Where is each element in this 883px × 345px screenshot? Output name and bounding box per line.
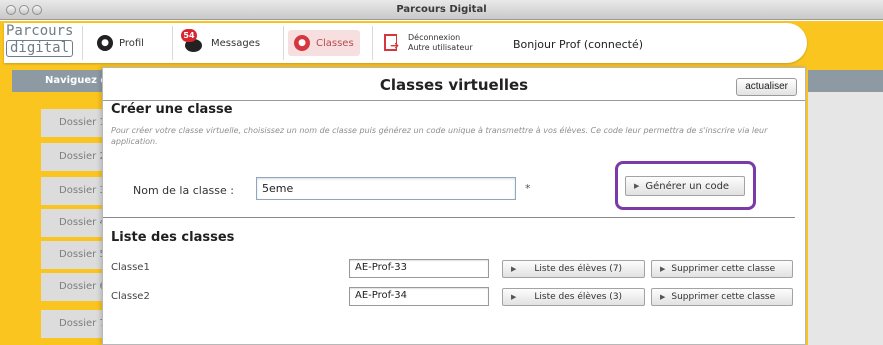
nav-logout[interactable]: ➜ Déconnexion Autre utilisateur xyxy=(384,28,473,58)
nav-divider xyxy=(283,26,284,60)
message-bubble-icon: 54 xyxy=(181,29,205,52)
delete-class-button[interactable]: ▶ Supprimer cette classe xyxy=(651,260,793,278)
nav-divider xyxy=(82,26,83,60)
right-background-area xyxy=(808,92,883,345)
class-name-label: Nom de la classe : xyxy=(133,184,234,197)
sidebar-item-dossier[interactable]: Dossier 1 xyxy=(41,109,111,137)
logout-icon: ➜ xyxy=(384,34,402,52)
student-list-label: Liste des élèves (7) xyxy=(534,264,623,274)
nav-classes-label: Classes xyxy=(316,37,354,49)
nav-divider xyxy=(372,26,373,60)
create-class-help-text: Pour créer votre classe virtuelle, chois… xyxy=(111,126,768,146)
class-list-heading: Liste des classes xyxy=(111,230,235,245)
sidebar-item-dossier[interactable]: Dossier 2 xyxy=(41,143,111,171)
class-row-name: Classe1 xyxy=(111,262,150,273)
sidebar-item-dossier[interactable]: Dossier 4 xyxy=(41,209,111,237)
nav-messages-label: Messages xyxy=(211,37,261,49)
logout-arrow-icon: ➜ xyxy=(390,39,400,52)
class-name-input[interactable] xyxy=(256,177,516,200)
nav-profil-label: Profil xyxy=(119,37,144,49)
window-title-bar: Parcours Digital xyxy=(0,0,883,20)
nav-messages[interactable]: 54 Messages xyxy=(181,28,261,58)
class-row-code: AE-Prof-33 xyxy=(349,259,489,278)
play-triangle-icon: ▶ xyxy=(511,293,517,301)
logo-line-2: digital xyxy=(6,40,74,57)
play-triangle-icon: ▶ xyxy=(634,182,640,190)
classes-icon: ● xyxy=(294,35,310,51)
title-divider xyxy=(103,100,805,101)
sidebar-header: Naviguez dans xyxy=(12,70,112,92)
user-icon: ● xyxy=(97,35,113,51)
parcours-digital-logo: Parcours digital xyxy=(6,24,78,62)
student-list-button[interactable]: ▶ Liste des élèves (7) xyxy=(502,260,645,278)
play-triangle-icon: ▶ xyxy=(660,293,666,301)
nav-classes[interactable]: ● Classes xyxy=(288,30,360,56)
sidebar-item-dossier[interactable]: Dossier 7 xyxy=(41,310,111,338)
logo-line-1: Parcours xyxy=(6,23,74,39)
panel-title: Classes virtuelles xyxy=(379,76,529,94)
switch-user-label: Autre utilisateur xyxy=(408,43,473,52)
sidebar-item-dossier[interactable]: Dossier 5 xyxy=(41,241,111,269)
generate-code-label: Générer un code xyxy=(645,180,730,192)
logout-text: Déconnexion Autre utilisateur xyxy=(408,33,473,53)
sidebar-item-dossier[interactable]: Dossier 3 xyxy=(41,177,111,205)
generate-code-button[interactable]: ▶ Générer un code xyxy=(625,176,745,196)
greeting-text: Bonjour Prof (connecté) xyxy=(513,38,644,51)
class-row-name: Classe2 xyxy=(111,291,150,302)
window-title: Parcours Digital xyxy=(396,4,487,15)
virtual-classes-panel: Classes virtuelles actualiser Créer une … xyxy=(102,67,806,345)
nav-profil[interactable]: ● Profil xyxy=(97,28,144,58)
section-divider xyxy=(103,217,795,218)
student-list-label: Liste des élèves (3) xyxy=(534,292,623,302)
sidebar-item-dossier[interactable]: Dossier 6 xyxy=(41,273,111,301)
nav-divider xyxy=(172,26,173,60)
class-row-code: AE-Prof-34 xyxy=(349,287,489,306)
refresh-button[interactable]: actualiser xyxy=(736,78,797,96)
right-header-strip xyxy=(808,70,883,92)
logout-label: Déconnexion xyxy=(408,33,461,42)
unread-count-badge: 54 xyxy=(181,29,197,42)
delete-class-label: Supprimer cette classe xyxy=(671,292,776,302)
delete-class-label: Supprimer cette classe xyxy=(671,264,776,274)
required-marker: * xyxy=(525,182,531,195)
student-list-button[interactable]: ▶ Liste des élèves (3) xyxy=(502,288,645,306)
play-triangle-icon: ▶ xyxy=(511,265,517,273)
play-triangle-icon: ▶ xyxy=(660,265,666,273)
delete-class-button[interactable]: ▶ Supprimer cette classe xyxy=(651,288,793,306)
create-class-heading: Créer une classe xyxy=(111,102,233,117)
